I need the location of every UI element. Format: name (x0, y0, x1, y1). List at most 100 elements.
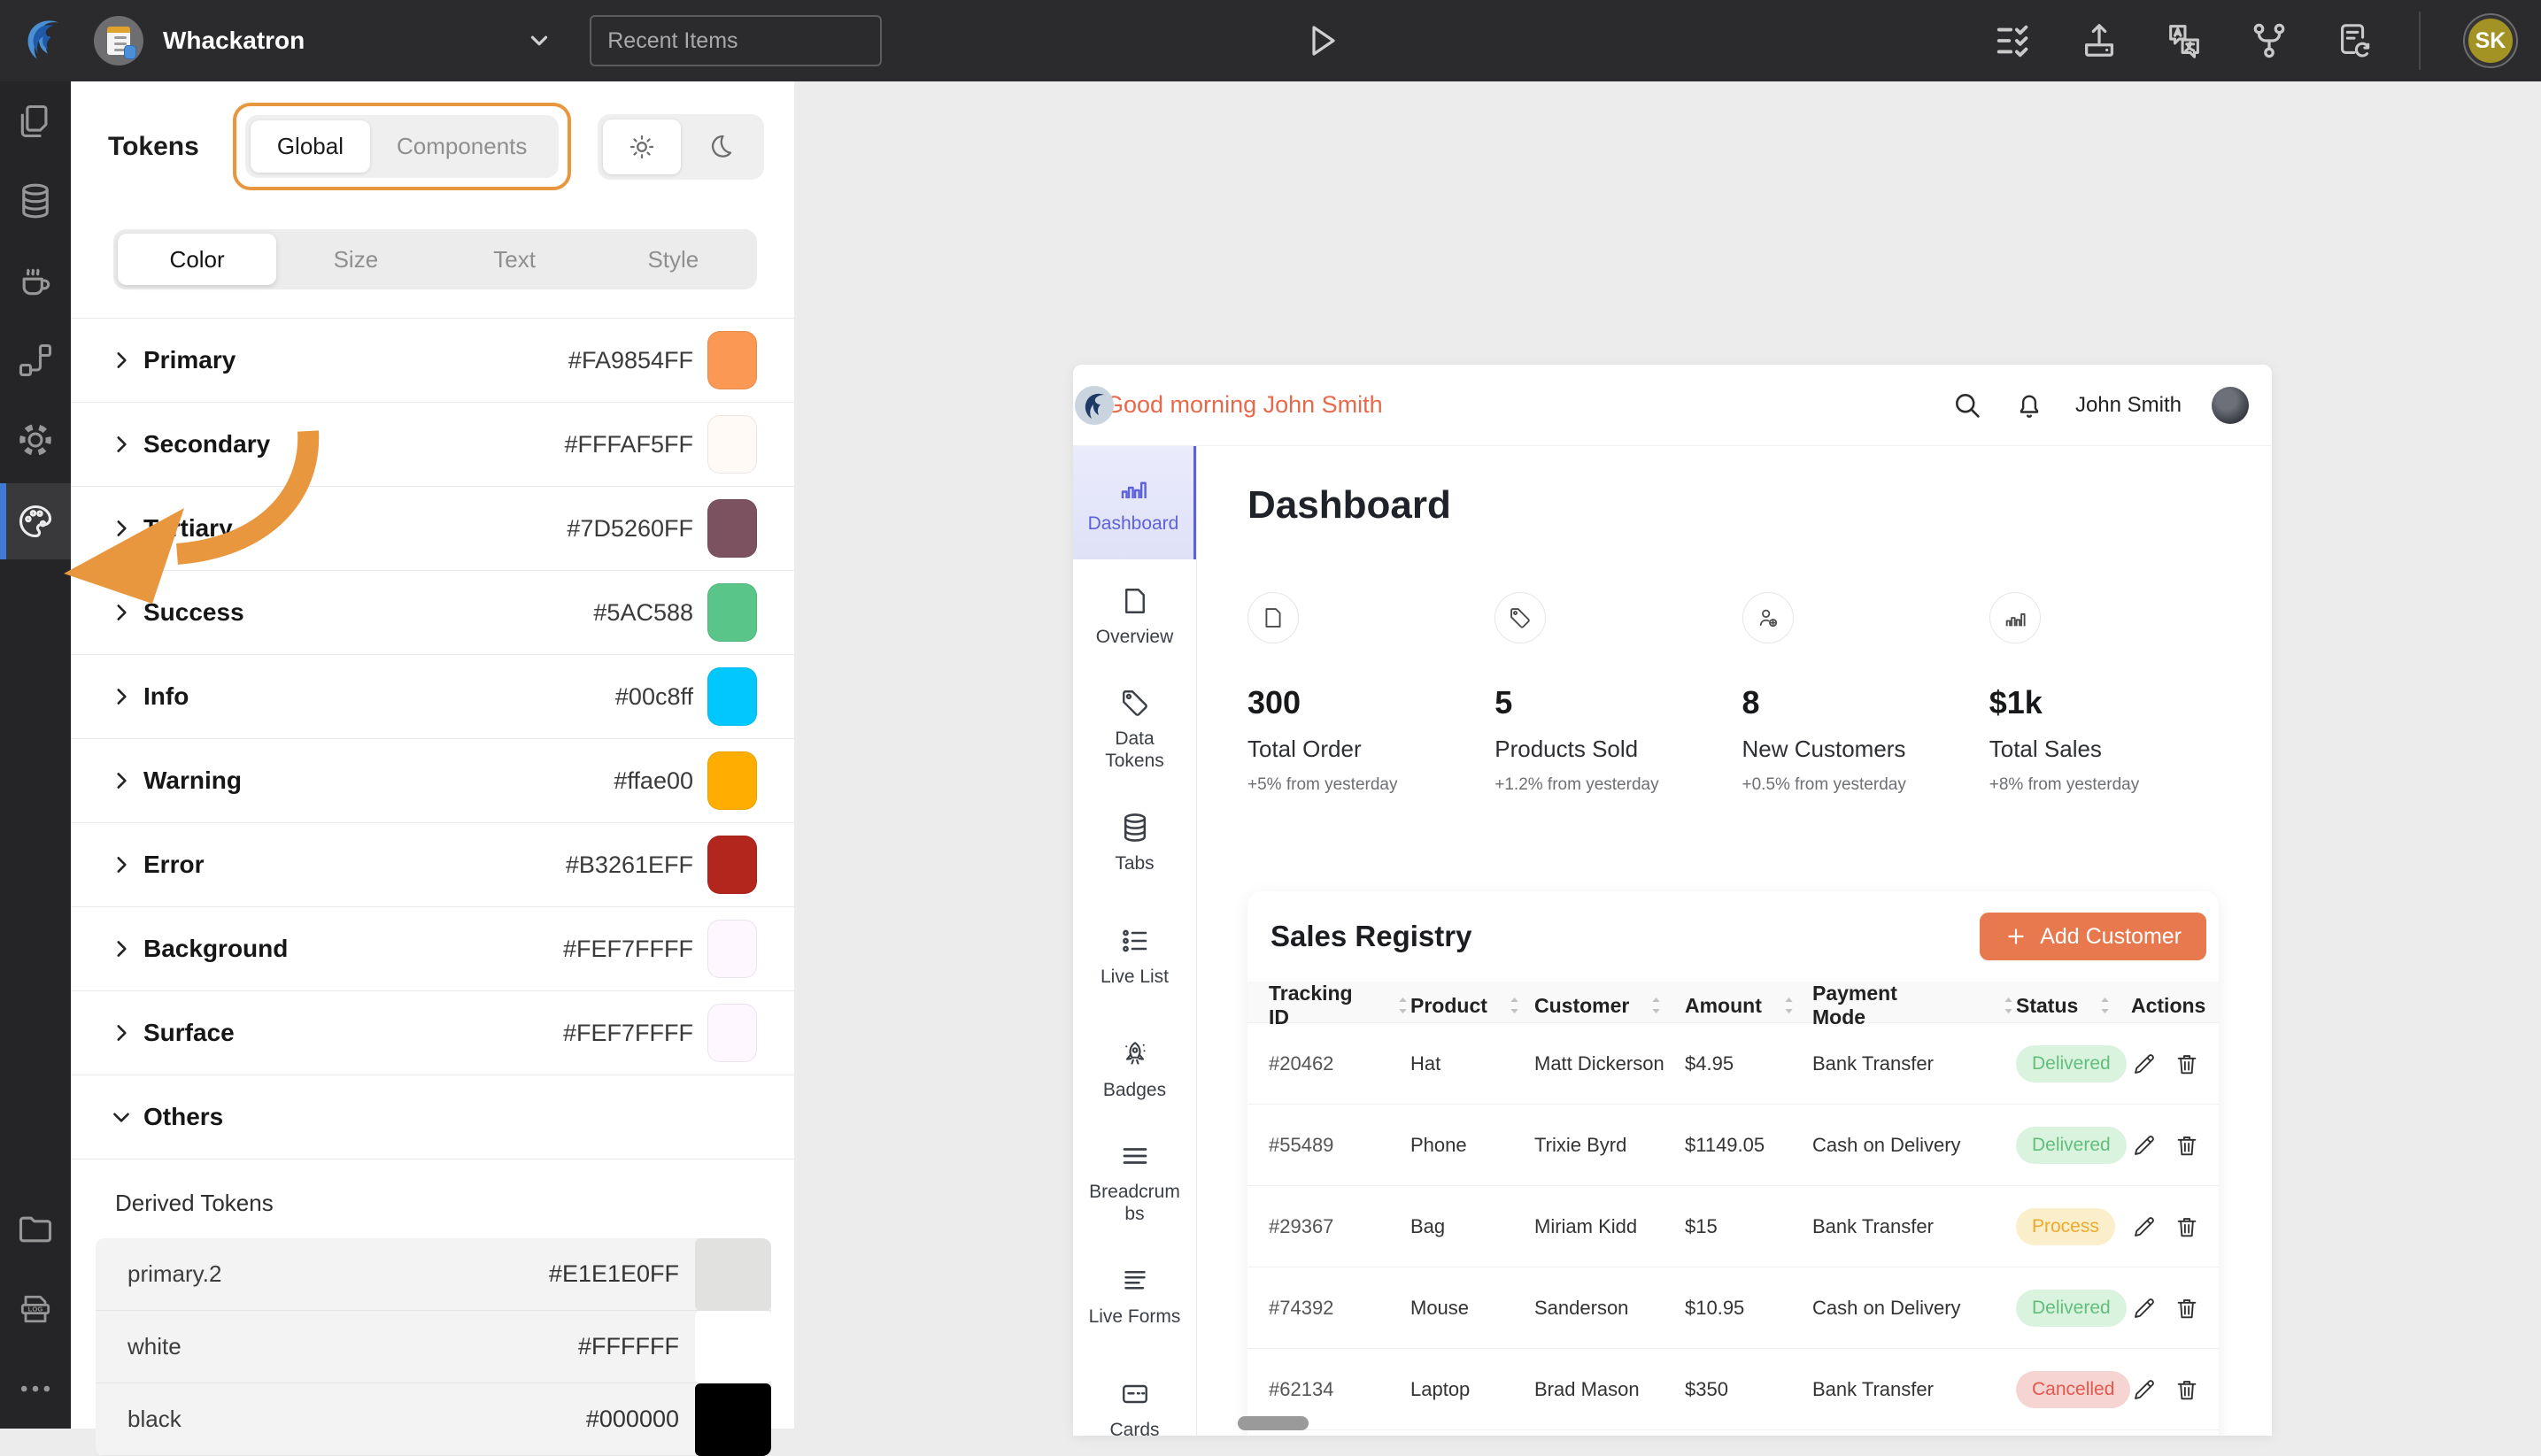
token-swatch[interactable] (707, 920, 757, 978)
tokens-panel: Tokens Global Components Color Size Text… (71, 81, 794, 1429)
rail-coffee-icon[interactable] (0, 251, 71, 310)
token-swatch[interactable] (707, 751, 757, 810)
rail-pages-icon[interactable] (0, 92, 71, 150)
cell-tracking-id: #55489 (1269, 1134, 1410, 1157)
delete-icon[interactable] (2174, 1295, 2200, 1321)
tab-color[interactable]: Color (118, 234, 276, 285)
derived-row-black[interactable]: black #000000 (96, 1383, 771, 1456)
token-row-warning[interactable]: Warning #ffae00 (71, 739, 794, 823)
stat-value: $1k (1989, 684, 2236, 721)
token-row-background[interactable]: Background #FEF7FFFF (71, 907, 794, 991)
add-customer-button[interactable]: Add Customer (1980, 913, 2206, 960)
light-theme-button[interactable] (603, 119, 681, 174)
stat-label: Total Order (1247, 736, 1494, 763)
search-icon[interactable] (1951, 389, 1983, 421)
cell-tracking-id: #62134 (1269, 1378, 1410, 1401)
rail-settings-icon[interactable] (0, 411, 71, 469)
derived-swatch[interactable] (695, 1311, 771, 1383)
edit-icon[interactable] (2131, 1376, 2158, 1403)
cell-product: Bag (1410, 1215, 1534, 1238)
delete-icon[interactable] (2174, 1376, 2200, 1403)
token-row-tertiary[interactable]: Tertiary #7D5260FF (71, 487, 794, 571)
edit-icon[interactable] (2131, 1295, 2158, 1321)
token-row-surface[interactable]: Surface #FEF7FFFF (71, 991, 794, 1075)
checklist-icon[interactable] (1994, 20, 2035, 61)
derived-swatch[interactable] (695, 1383, 771, 1456)
token-row-primary[interactable]: Primary #FA9854FF (71, 319, 794, 403)
nav-label: Data Tokens (1089, 728, 1181, 772)
run-preview-button[interactable] (1300, 19, 1342, 62)
avatar[interactable] (2212, 387, 2249, 424)
chevron-right-icon (110, 685, 133, 708)
nav-item-data-tokens[interactable]: Data Tokens (1073, 673, 1196, 786)
rail-database-icon[interactable] (0, 172, 71, 230)
bell-icon[interactable] (2013, 389, 2045, 421)
token-swatch[interactable] (707, 1004, 757, 1062)
token-swatch[interactable] (707, 331, 757, 389)
user-name: John Smith (2075, 393, 2182, 418)
delete-icon[interactable] (2174, 1051, 2200, 1077)
rail-log-icon[interactable] (0, 1280, 71, 1338)
app-logo-icon[interactable] (18, 15, 69, 66)
project-switcher[interactable]: Whackatron (94, 16, 552, 65)
token-label: Others (143, 1103, 223, 1131)
sort-icon[interactable] (1395, 996, 1410, 1015)
dark-theme-button[interactable] (681, 119, 759, 174)
chevron-right-icon (110, 937, 133, 960)
token-swatch[interactable] (707, 667, 757, 726)
token-row-info[interactable]: Info #00c8ff (71, 655, 794, 739)
edit-icon[interactable] (2131, 1051, 2158, 1077)
token-swatch[interactable] (707, 583, 757, 642)
rail-more-icon[interactable] (0, 1360, 71, 1418)
rail-palette-icon[interactable] (0, 483, 71, 559)
derived-row-white[interactable]: white #FFFFFF (96, 1311, 771, 1383)
nav-item-dashboard[interactable]: Dashboard (1073, 446, 1196, 559)
token-label: Background (143, 935, 288, 963)
sort-icon[interactable] (2097, 996, 2112, 1015)
sales-registry-card: Sales Registry Add Customer Tracking ID … (1247, 891, 2219, 1436)
upload-icon[interactable] (2079, 20, 2120, 61)
cell-amount: $10.95 (1685, 1297, 1812, 1320)
nav-item-breadcrumbs[interactable]: Breadcrumbs (1073, 1126, 1196, 1239)
token-swatch[interactable] (707, 499, 757, 558)
nav-item-live-forms[interactable]: Live Forms (1073, 1239, 1196, 1352)
nav-item-overview[interactable]: Overview (1073, 559, 1196, 673)
rail-flow-icon[interactable] (0, 331, 71, 389)
col-customer: Customer (1534, 994, 1629, 1018)
token-list: Primary #FA9854FF Secondary #FFFAF5FF Te… (71, 318, 794, 1159)
rail-folder-icon[interactable] (0, 1200, 71, 1259)
nav-item-live-list[interactable]: Live List (1073, 899, 1196, 1013)
nav-item-badges[interactable]: Badges (1073, 1013, 1196, 1126)
token-hex: #7D5260FF (567, 515, 693, 543)
token-row-others[interactable]: Others (71, 1075, 794, 1159)
token-row-secondary[interactable]: Secondary #FFFAF5FF (71, 403, 794, 487)
top-bar: Whackatron SK (0, 0, 2541, 81)
sort-icon[interactable] (1649, 996, 1664, 1015)
user-avatar[interactable]: SK (2465, 15, 2516, 66)
tab-text[interactable]: Text (436, 234, 594, 285)
tab-size[interactable]: Size (276, 234, 435, 285)
file-sync-icon[interactable] (2334, 20, 2375, 61)
derived-swatch[interactable] (695, 1238, 771, 1311)
token-row-error[interactable]: Error #B3261EFF (71, 823, 794, 907)
recent-items-input[interactable] (590, 15, 882, 66)
nav-item-tabs[interactable]: Tabs (1073, 786, 1196, 899)
token-swatch[interactable] (707, 415, 757, 474)
tab-style[interactable]: Style (594, 234, 753, 285)
delete-icon[interactable] (2174, 1213, 2200, 1240)
translate-icon[interactable] (2164, 20, 2205, 61)
scope-tab-global[interactable]: Global (251, 120, 370, 173)
sort-icon[interactable] (2001, 996, 2016, 1015)
token-swatch[interactable] (707, 836, 757, 894)
sort-icon[interactable] (1507, 996, 1522, 1015)
derived-row-primary2[interactable]: primary.2 #E1E1E0FF (96, 1238, 771, 1311)
token-row-success[interactable]: Success #5AC588 (71, 571, 794, 655)
edit-icon[interactable] (2131, 1213, 2158, 1240)
delete-icon[interactable] (2174, 1132, 2200, 1159)
branch-icon[interactable] (2249, 20, 2290, 61)
edit-icon[interactable] (2131, 1132, 2158, 1159)
sort-icon[interactable] (1781, 996, 1796, 1015)
chevron-down-icon[interactable] (526, 27, 552, 54)
scope-tab-components[interactable]: Components (370, 120, 553, 173)
nav-item-cards[interactable]: Cards (1073, 1352, 1196, 1436)
